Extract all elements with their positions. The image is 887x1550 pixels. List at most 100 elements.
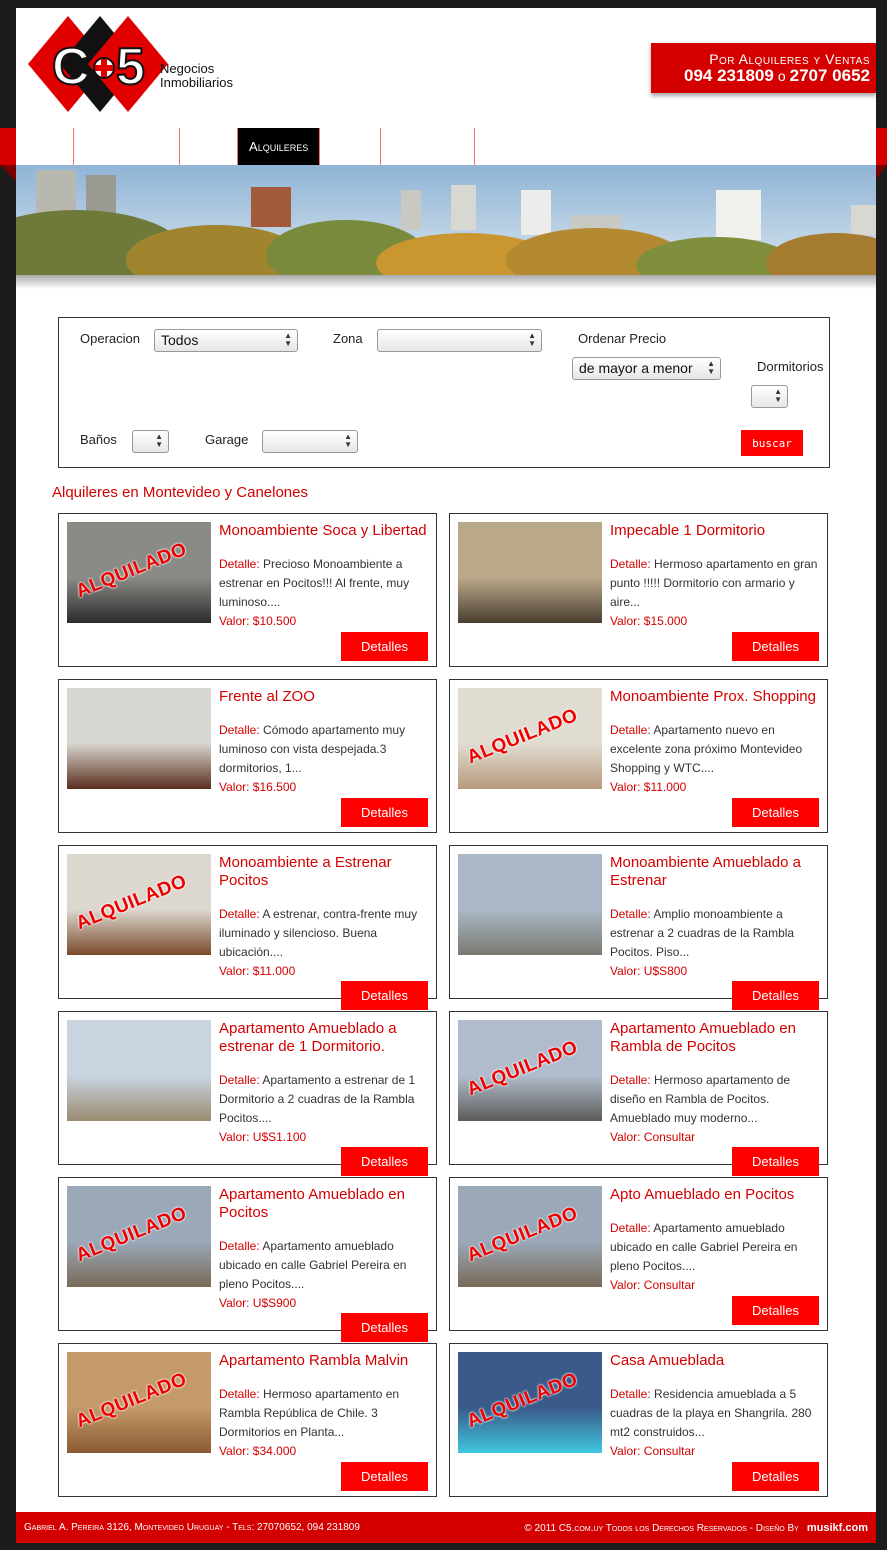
listing-photo[interactable] — [67, 688, 211, 789]
detail-key: Detalle: — [219, 1387, 260, 1401]
phone-heading: Por Alquileres y Ventas — [709, 51, 870, 67]
detalles-button[interactable]: Detalles — [341, 981, 428, 1010]
nav-item-alquileres[interactable]: Alquileres — [238, 128, 321, 165]
zona-select[interactable]: ▲ ▼ — [377, 329, 542, 352]
listing-photo[interactable]: ALQUILADO — [67, 854, 211, 955]
detail-key: Detalle: — [610, 1073, 651, 1087]
page-container: C 5 Negocios Inmobiliarios Por Alquilere… — [16, 8, 876, 1543]
listing-price: Valor: Consultar — [610, 1130, 696, 1144]
listing-description: Detalle: Precioso Monoambiente a estrena… — [219, 555, 429, 612]
listing-price: Valor: U$S800 — [610, 964, 688, 978]
listing-photo[interactable]: ALQUILADO — [458, 688, 602, 789]
listing-price: Valor: $10.500 — [219, 614, 297, 628]
listing-photo[interactable]: ALQUILADO — [458, 1186, 602, 1287]
garage-select[interactable]: ▲ ▼ — [262, 430, 358, 453]
site-logo[interactable]: C 5 Negocios Inmobiliarios — [28, 16, 238, 126]
listing-title[interactable]: Impecable 1 Dormitorio — [610, 522, 822, 540]
listing-title[interactable]: Apartamento Amueblado en Pocitos — [219, 1186, 431, 1222]
detalles-button[interactable]: Detalles — [732, 1296, 819, 1325]
nav-item-quienes-somos[interactable]: Quienes Somos — [74, 128, 181, 165]
detalles-button[interactable]: Detalles — [341, 1462, 428, 1491]
nav-item-obras[interactable]: Obras — [180, 128, 239, 165]
phone-numbers: 094 231809 o 2707 0652 — [651, 67, 870, 85]
phone-number-mobile: 094 231809 — [684, 66, 774, 85]
select-arrows-icon: ▲ ▼ — [155, 432, 163, 449]
detalles-button[interactable]: Detalles — [732, 798, 819, 827]
nav-fold-right — [876, 165, 887, 179]
listing-photo[interactable] — [458, 522, 602, 623]
buscar-button[interactable]: buscar — [741, 430, 803, 456]
banos-select[interactable]: ▲ ▼ — [132, 430, 169, 453]
listing-title[interactable]: Apto Amueblado en Pocitos — [610, 1186, 822, 1204]
listing-price: Valor: $34.000 — [219, 1444, 297, 1458]
listing-title[interactable]: Casa Amueblada — [610, 1352, 822, 1370]
listing-photo[interactable]: ALQUILADO — [67, 522, 211, 623]
nav-home-button[interactable] — [16, 128, 74, 165]
detail-key: Detalle: — [219, 907, 260, 921]
listing-title[interactable]: Monoambiente Prox. Shopping — [610, 688, 822, 706]
listing-price: Valor: $15.000 — [610, 614, 688, 628]
listing-title[interactable]: Monoambiente Amueblado a Estrenar — [610, 854, 822, 890]
listing-photo[interactable]: ALQUILADO — [458, 1020, 602, 1121]
listing-price: Valor: $11.000 — [219, 964, 296, 978]
nav-item-ventas[interactable]: Ventas — [320, 128, 382, 165]
detalles-button[interactable]: Detalles — [341, 632, 428, 661]
listing-price: Valor: Consultar — [610, 1278, 696, 1292]
detalles-button[interactable]: Detalles — [732, 1462, 819, 1491]
listing-photo[interactable] — [67, 1020, 211, 1121]
home-icon — [33, 136, 56, 157]
nav-item-contactenos[interactable]: Contactenos — [381, 128, 476, 165]
listing-card: ALQUILADO Apartamento Amueblado en Rambla… — [449, 1011, 828, 1176]
listing-photo[interactable] — [458, 854, 602, 955]
select-arrows-icon: ▲ ▼ — [528, 331, 536, 348]
logo-line-2: Inmobiliarios — [160, 75, 233, 90]
rented-stamp: ALQUILADO — [73, 1368, 190, 1433]
rented-stamp: ALQUILADO — [73, 538, 190, 603]
phone-number-landline: 2707 0652 — [789, 66, 870, 85]
listing-description: Detalle: Hermoso apartamento de diseño e… — [610, 1071, 820, 1128]
footer-credits: © 2011 C5.com.uy Todos los Derechos Rese… — [524, 1522, 868, 1534]
listing-title[interactable]: Apartamento Amueblado a estrenar de 1 Do… — [219, 1020, 431, 1056]
listing-card: ALQUILADO Monoambiente Soca y Libertad Det… — [58, 513, 437, 667]
listing-photo[interactable]: ALQUILADO — [67, 1352, 211, 1453]
listing-description: Detalle: Hermoso apartamento en Rambla R… — [219, 1385, 429, 1442]
logo-text: Negocios Inmobiliarios — [160, 62, 233, 90]
listing-title[interactable]: Monoambiente Soca y Libertad — [219, 522, 431, 540]
detalles-button[interactable]: Detalles — [341, 1147, 428, 1176]
zona-label: Zona — [333, 331, 363, 346]
city-skyline-image — [16, 165, 876, 275]
listing-photo[interactable]: ALQUILADO — [458, 1352, 602, 1453]
detalles-button[interactable]: Detalles — [732, 981, 819, 1010]
listing-title[interactable]: Apartamento Rambla Malvin — [219, 1352, 431, 1370]
detail-key: Detalle: — [610, 907, 651, 921]
operacion-label: Operacion — [80, 331, 140, 346]
designer-brand-link[interactable]: musikf.com — [807, 1522, 868, 1534]
listing-card: ALQUILADO Monoambiente a Estrenar Pocitos… — [58, 845, 437, 1010]
detalles-button[interactable]: Detalles — [341, 798, 428, 827]
listing-title[interactable]: Frente al ZOO — [219, 688, 431, 706]
nav-fold-left — [0, 165, 16, 181]
detail-key: Detalle: — [610, 723, 651, 737]
listing-title[interactable]: Monoambiente a Estrenar Pocitos — [219, 854, 431, 890]
orden-precio-select[interactable]: de mayor a menor ▲ ▼ — [572, 357, 721, 380]
listing-photo[interactable]: ALQUILADO — [67, 1186, 211, 1287]
rented-stamp: ALQUILADO — [73, 870, 190, 935]
listing-title[interactable]: Apartamento Amueblado en Rambla de Pocit… — [610, 1020, 822, 1056]
listing-price: Valor: U$S900 — [219, 1296, 297, 1310]
listing-description: Detalle: A estrenar, contra-frente muy i… — [219, 905, 429, 962]
rented-stamp: ALQUILADO — [464, 1202, 581, 1267]
dormitorios-label: Dormitorios — [757, 359, 824, 374]
listing-description: Detalle: Residencia amueblada a 5 cuadra… — [610, 1385, 820, 1442]
logo-line-1: Negocios — [160, 61, 215, 76]
rented-stamp: ALQUILADO — [464, 1036, 581, 1101]
listing-price: Valor: Consultar — [610, 1444, 696, 1458]
operacion-select[interactable]: Todos ▲ ▼ — [154, 329, 298, 352]
dormitorios-select[interactable]: ▲ ▼ — [751, 385, 788, 408]
detalles-button[interactable]: Detalles — [732, 1147, 819, 1176]
detalles-button[interactable]: Detalles — [341, 1313, 428, 1342]
search-form: Operacion Todos ▲ ▼ Zona ▲ ▼ Ordenar Precio… — [58, 317, 830, 468]
detalles-button[interactable]: Detalles — [732, 632, 819, 661]
listing-description: Detalle: Apartamento amueblado ubicado e… — [610, 1219, 820, 1276]
phone-separator: o — [777, 68, 786, 84]
listing-price: Valor: U$S1.100 — [219, 1130, 307, 1144]
